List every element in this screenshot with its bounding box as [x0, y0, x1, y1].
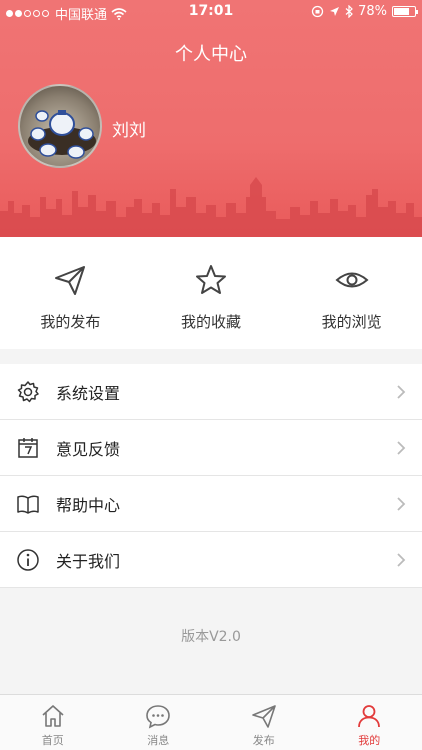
tab-label-messages: 消息 — [147, 734, 170, 747]
star-icon — [196, 265, 226, 294]
my-posts-button[interactable]: 我的发布 — [0, 237, 141, 349]
chevron-right-icon — [397, 385, 406, 399]
my-favorites-button[interactable]: 我的收藏 — [141, 237, 282, 349]
tab-label-publish: 发布 — [252, 734, 275, 747]
menu-label-system-settings: 系统设置 — [56, 383, 121, 403]
avatar[interactable] — [18, 84, 102, 168]
book-icon — [17, 494, 39, 514]
battery-icon — [392, 6, 418, 17]
chevron-right-icon — [397, 441, 406, 455]
my-history-label: 我的浏览 — [321, 313, 382, 331]
city-skyline-illustration — [0, 177, 422, 237]
version-label: 版本V2.0 — [181, 629, 241, 645]
gear-icon — [17, 380, 39, 402]
tab-home[interactable]: 首页 — [0, 695, 106, 750]
status-bar: 中国联通 17:01 78% — [0, 0, 422, 24]
page-title: 个人中心 — [175, 44, 247, 65]
menu-label-feedback: 意见反馈 — [56, 439, 121, 459]
home-icon — [42, 705, 64, 727]
location-icon — [330, 7, 340, 16]
menu-item-about-us[interactable]: 关于我们 — [0, 532, 422, 588]
eye-icon — [335, 272, 369, 288]
tab-mine[interactable]: 我的 — [317, 695, 422, 750]
tab-publish[interactable]: 发布 — [211, 695, 317, 750]
bluetooth-icon — [345, 5, 353, 18]
paper-plane-icon — [251, 705, 276, 728]
action-row: 我的发布 我的收藏 我的浏览 — [0, 237, 422, 349]
paper-plane-icon — [55, 266, 86, 295]
rotation-lock-icon — [311, 5, 324, 18]
calendar-icon — [18, 437, 38, 458]
profile-header: 中国联通 17:01 78% 个人中心 刘刘 — [0, 0, 422, 237]
chat-icon — [146, 705, 171, 729]
chevron-right-icon — [397, 553, 406, 567]
menu-label-about-us: 关于我们 — [56, 551, 121, 571]
settings-menu: 系统设置 意见反馈 帮助中心 关于我们 — [0, 364, 422, 588]
info-icon — [17, 548, 39, 571]
tab-label-home: 首页 — [41, 734, 64, 747]
username: 刘刘 — [112, 121, 146, 141]
menu-item-system-settings[interactable]: 系统设置 — [0, 364, 422, 420]
menu-label-help-center: 帮助中心 — [56, 495, 121, 515]
chevron-right-icon — [397, 497, 406, 511]
menu-item-help-center[interactable]: 帮助中心 — [0, 476, 422, 532]
menu-item-feedback[interactable]: 意见反馈 — [0, 420, 422, 476]
person-icon — [358, 705, 381, 728]
my-history-button[interactable]: 我的浏览 — [281, 237, 422, 349]
tab-bar: 首页 消息 发布 我的 — [0, 694, 422, 750]
tab-label-mine: 我的 — [358, 734, 381, 747]
tab-messages[interactable]: 消息 — [106, 695, 212, 750]
battery-percent: 78% — [358, 4, 387, 19]
my-favorites-label: 我的收藏 — [181, 313, 242, 331]
my-posts-label: 我的发布 — [40, 313, 101, 331]
